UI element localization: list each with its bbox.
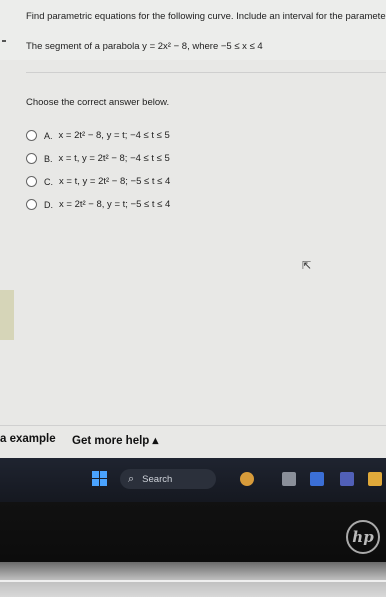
option-a[interactable]: A. x = 2t² − 8, y = t; −4 ≤ t ≤ 5 (26, 130, 170, 141)
left-marker (2, 40, 6, 42)
question-header: Find parametric equations for the follow… (0, 0, 386, 60)
option-letter: A. (44, 130, 53, 141)
radio-icon[interactable] (26, 153, 37, 164)
question-instruction: Find parametric equations for the follow… (26, 11, 386, 22)
cursor-icon: ⇱ (302, 260, 312, 272)
app-icon[interactable] (310, 472, 324, 486)
windows-start-icon[interactable] (92, 471, 108, 487)
hp-logo: hp (346, 520, 380, 554)
option-b[interactable]: B. x = t, y = 2t² − 8; −4 ≤ t ≤ 5 (26, 153, 170, 164)
option-letter: D. (44, 199, 53, 210)
search-label: Search (142, 473, 173, 485)
radio-icon[interactable] (26, 176, 37, 187)
taskbar-search[interactable]: ⌕ Search (120, 469, 216, 489)
laptop-bezel (0, 502, 386, 562)
option-text: x = t, y = 2t² − 8; −4 ≤ t ≤ 5 (58, 153, 170, 164)
option-text: x = 2t² − 8, y = t; −5 ≤ t ≤ 4 (59, 199, 171, 210)
example-link[interactable]: a example (0, 433, 56, 445)
side-tab[interactable] (0, 290, 14, 340)
option-text: x = 2t² − 8, y = t; −4 ≤ t ≤ 5 (58, 130, 170, 141)
divider (26, 72, 386, 73)
option-text: x = t, y = 2t² − 8; −5 ≤ t ≤ 4 (59, 176, 171, 187)
option-letter: B. (44, 153, 53, 164)
browser-content: Find parametric equations for the follow… (0, 0, 386, 458)
weather-icon[interactable] (240, 472, 254, 486)
radio-icon[interactable] (26, 130, 37, 141)
folder-icon[interactable] (368, 472, 382, 486)
bottom-bar (0, 425, 386, 458)
search-icon: ⌕ (128, 472, 135, 485)
option-c[interactable]: C. x = t, y = 2t² − 8; −5 ≤ t ≤ 4 (26, 176, 170, 187)
option-letter: C. (44, 176, 53, 187)
radio-icon[interactable] (26, 199, 37, 210)
question-subtext: The segment of a parabola y = 2x² − 8, w… (26, 41, 263, 52)
base-stripe (0, 580, 386, 582)
teams-icon[interactable] (340, 472, 354, 486)
get-more-help-button[interactable]: Get more help ▴ (72, 433, 158, 447)
answer-prompt: Choose the correct answer below. (26, 97, 170, 108)
option-d[interactable]: D. x = 2t² − 8, y = t; −5 ≤ t ≤ 4 (26, 199, 170, 210)
taskview-icon[interactable] (282, 472, 296, 486)
